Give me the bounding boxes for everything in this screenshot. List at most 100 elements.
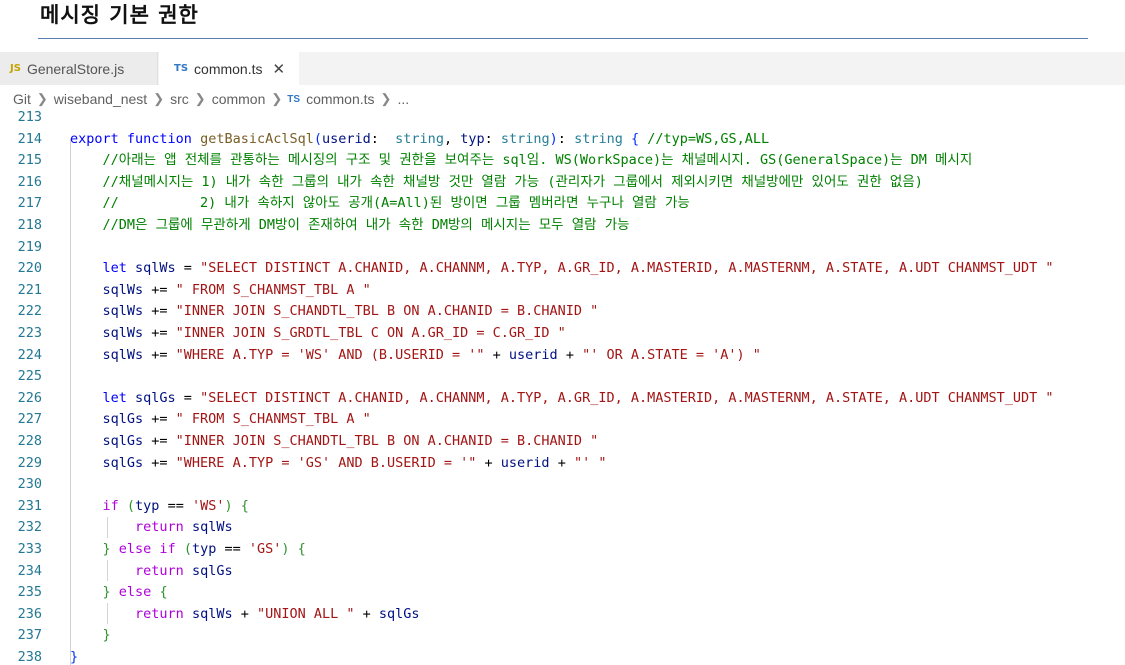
code-token: + [549,454,574,471]
code-token: getBasicAclSql [200,130,314,147]
line-number: 229 [17,454,42,471]
line-number: 224 [17,346,42,363]
code-token: "INNER JOIN S_GRDTL_TBL C ON A.GR_ID = C… [175,325,566,341]
code-token: "WHERE A.TYP = 'GS' AND B.USERID = '" [175,454,477,471]
line-number: 217 [17,195,42,212]
code-token: : [484,130,501,147]
code-token: ( [126,497,136,514]
code-line[interactable]: 222 sqlWs += "INNER JOIN S_CHANDTL_TBL B… [0,301,1125,323]
code-line[interactable]: 218 //DM은 그룹에 무관하게 DM방이 존재하여 내가 속한 DM방의 … [0,215,1125,237]
breadcrumb-item-symbol[interactable]: ... [396,91,410,107]
code-token: // 2) 내가 속하지 않아도 공개(A=All)된 방이면 그룹 멤버라면 … [102,195,690,212]
code-line[interactable]: 227 sqlGs += " FROM S_CHANMST_TBL A " [0,409,1125,431]
code-token: "' OR A.STATE = 'A') " [582,346,761,363]
code-line[interactable]: 216 //채널메시지는 1) 내가 속한 그룹의 내가 속한 채널방 것만 열… [0,172,1125,194]
code-text: } [70,647,78,665]
code-token: function [126,130,201,147]
breadcrumb-item-common[interactable]: common [211,91,267,107]
code-line[interactable]: 230 [0,474,1125,496]
line-number: 226 [17,389,42,406]
code-line[interactable]: 220 let sqlWs = "SELECT DISTINCT A.CHANI… [0,258,1125,280]
code-token: userid [500,454,550,471]
line-number: 234 [17,562,42,579]
breadcrumb-item-git[interactable]: Git [12,91,32,107]
line-number: 233 [17,541,42,557]
code-line[interactable]: 232 return sqlWs [0,517,1125,539]
code-token: + [354,605,379,622]
code-text: sqlWs += " FROM S_CHANMST_TBL A " [70,280,371,302]
code-line[interactable]: 235 } else { [0,582,1125,604]
code-token: sqlWs [102,325,144,341]
code-line[interactable]: 219 [0,237,1125,259]
code-token: == [159,497,192,514]
line-number: 237 [17,627,42,644]
code-line[interactable]: 223 sqlWs += "INNER JOIN S_GRDTL_TBL C O… [0,323,1125,345]
close-icon[interactable]: ✕ [273,60,286,78]
breadcrumb-item-wiseband-nest[interactable]: wiseband_nest [53,91,148,107]
line-number: 232 [17,519,42,536]
code-token: //채널메시지는 1) 내가 속한 그룹의 내가 속한 채널방 것만 열람 가능… [102,173,923,190]
tab-label: GeneralStore.js [26,60,125,77]
code-token: typ [460,130,485,147]
code-token: ( [313,130,322,147]
code-token: sqlGs [102,454,144,471]
code-text: sqlWs += "INNER JOIN S_GRDTL_TBL C ON A.… [70,323,566,345]
chevron-right-icon: ❯ [380,91,392,106]
line-number: 238 [17,649,42,665]
code-token: userid [322,130,371,147]
code-line[interactable]: 214 export function getBasicAclSql(userid… [0,129,1125,151]
code-line[interactable]: 236 return sqlWs + "UNION ALL " + sqlGs [0,604,1125,626]
line-number: 236 [17,605,42,622]
code-token: + [476,454,501,471]
code-token: sqlWs [102,346,144,363]
line-number: 227 [17,411,42,428]
code-line[interactable]: 228 sqlGs += "INNER JOIN S_CHANDTL_TBL B… [0,431,1125,453]
code-line[interactable]: 224 sqlWs += "WHERE A.TYP = 'WS' AND (B.… [0,345,1125,367]
tab-label: common.ts [194,60,263,77]
code-line[interactable]: 229 sqlGs += "WHERE A.TYP = 'GS' AND B.U… [0,453,1125,475]
code-line[interactable]: 233 } else if (typ == 'GS') { [0,539,1125,561]
code-token: typ [191,541,217,557]
code-line[interactable]: 231 if (typ == 'WS') { [0,496,1125,518]
code-text: let sqlWs = "SELECT DISTINCT A.CHANID, A… [70,258,1054,280]
breadcrumb-item-file[interactable]: common.ts [305,91,375,107]
code-line[interactable]: 234 return sqlGs [0,561,1125,583]
code-line[interactable]: 237 } [0,625,1125,647]
line-number: 213 [17,109,42,125]
code-line[interactable]: 238} [0,647,1125,665]
code-token: += [143,303,176,320]
code-text: sqlGs += "INNER JOIN S_CHANDTL_TBL B ON … [70,431,599,453]
line-number: 231 [17,497,42,514]
ts-file-icon: TS [287,93,301,105]
code-token: " FROM S_CHANMST_TBL A " [175,411,371,428]
code-line[interactable]: 213 [0,107,1125,129]
code-line[interactable]: 221 sqlWs += " FROM S_CHANMST_TBL A " [0,280,1125,302]
code-editor[interactable]: 213 214 export function getBasicAclSql(use… [0,107,1125,665]
code-text: return sqlWs + "UNION ALL " + sqlGs [70,604,420,626]
line-number: 215 [17,152,42,169]
tab-common-ts[interactable]: TS common.ts ✕ [159,52,299,85]
code-text: } else { [70,582,168,604]
code-token: { [630,130,648,147]
tab-generalstore-js[interactable]: JS GeneralStore.js [0,52,158,85]
code-token: "WHERE A.TYP = 'WS' AND (B.USERID = '" [175,346,485,363]
code-token: sqlGs [378,605,420,622]
code-line[interactable]: 226 let sqlGs = "SELECT DISTINCT A.CHANI… [0,388,1125,410]
code-line[interactable]: 217 // 2) 내가 속하지 않아도 공개(A=All)된 방이면 그룹 멤… [0,193,1125,215]
code-line[interactable]: 225 [0,366,1125,388]
code-token: return [135,519,192,536]
code-line[interactable]: 215 //아래는 앱 전체를 관통하는 메시징의 구조 및 권한을 보여주는 … [0,150,1125,172]
code-token: , [443,130,461,147]
breadcrumb-item-src[interactable]: src [169,91,190,107]
